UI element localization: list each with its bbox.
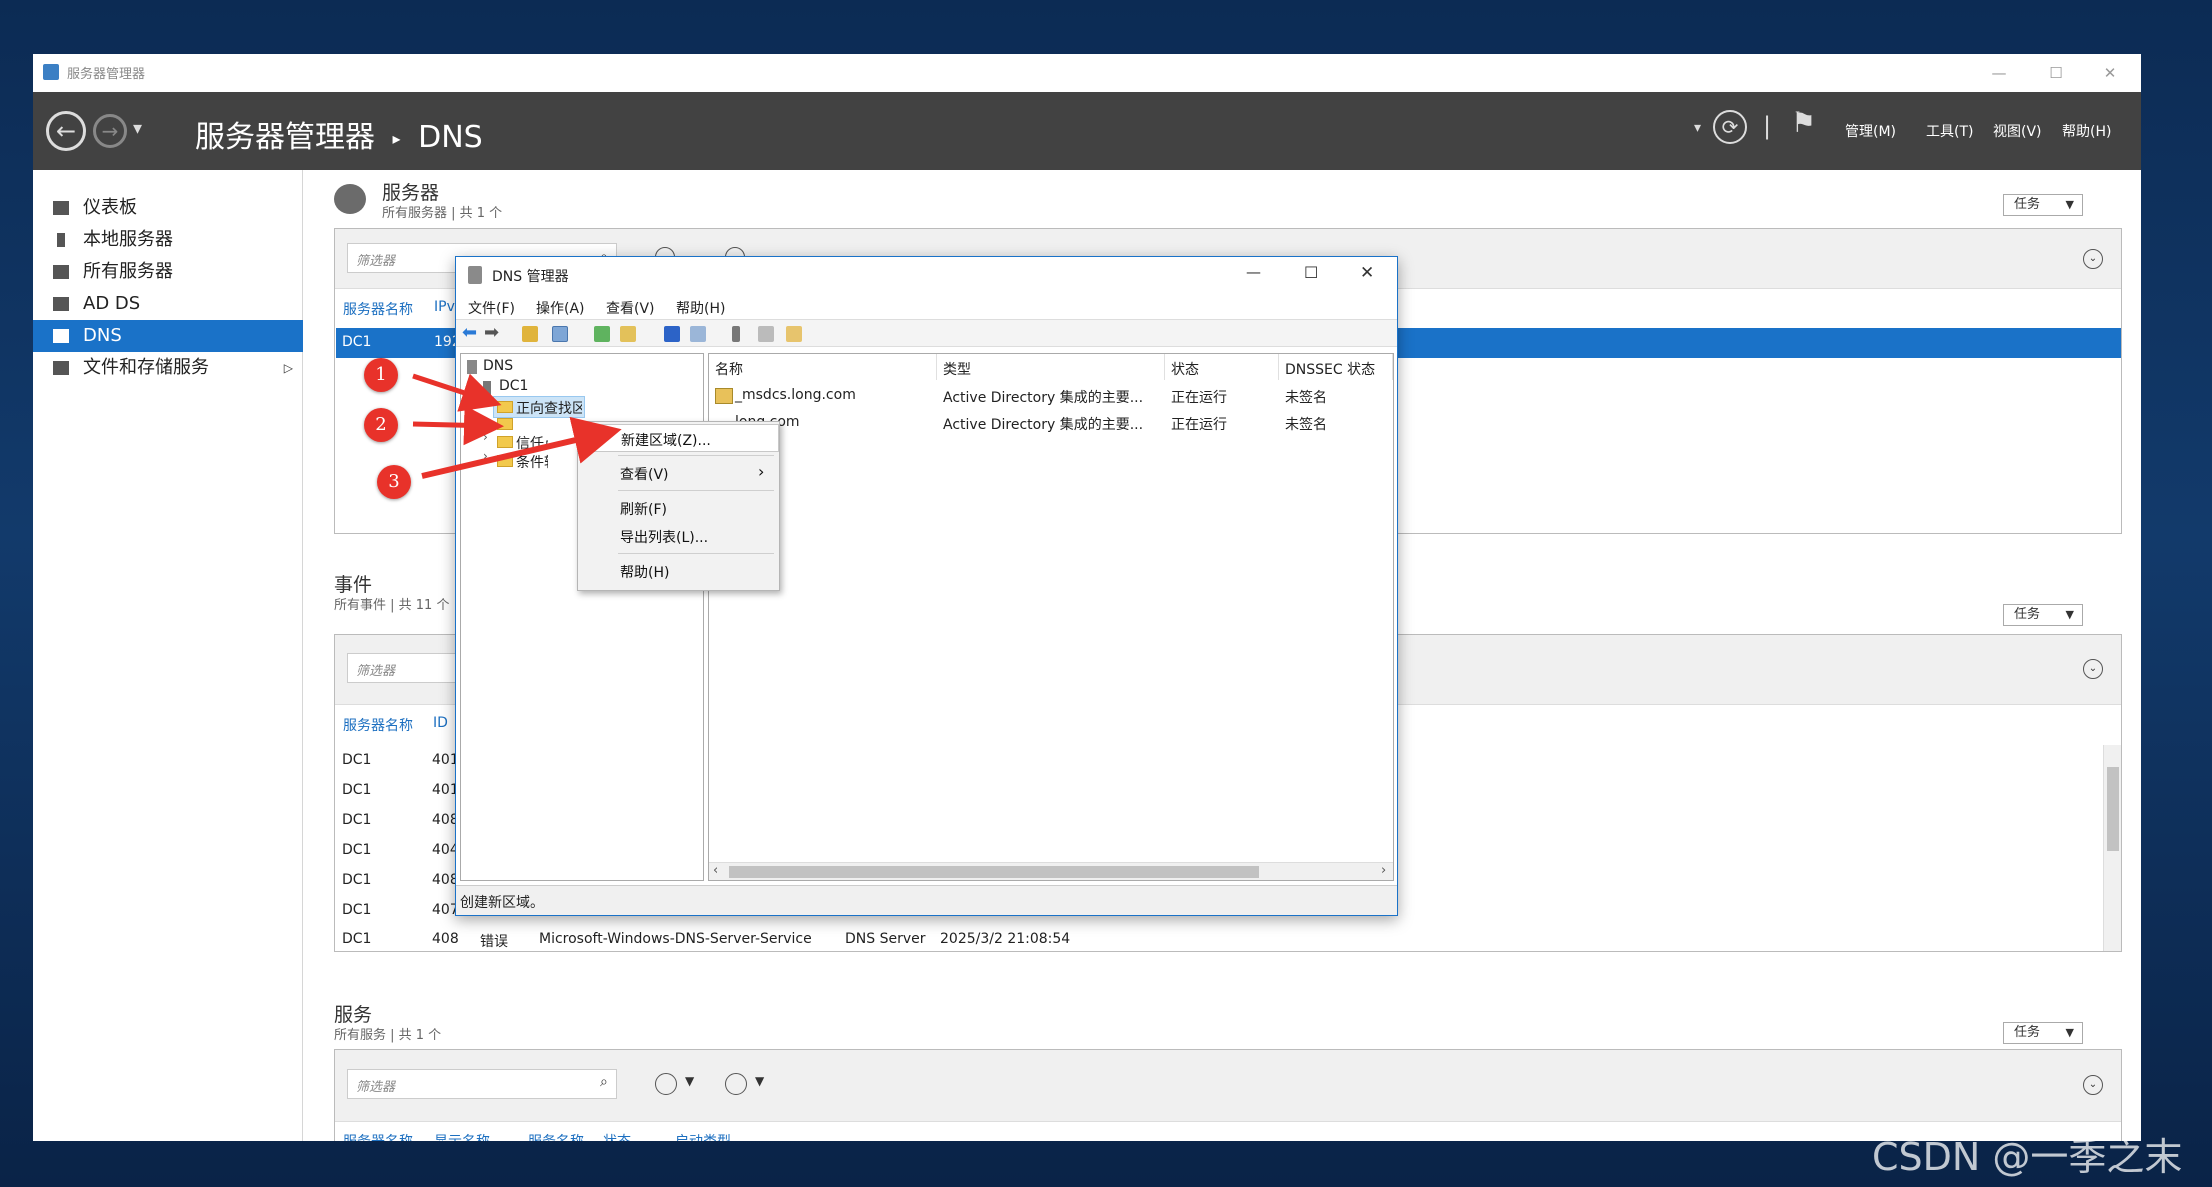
annotation-badge-3: 3 [377,465,411,499]
annotation-arrow-3 [421,416,622,479]
annotation-arrow-1 [412,373,502,412]
watermark: CSDN @一季之末 [1872,1135,2183,1179]
annotation-arrow-2 [412,405,504,446]
annotation-badge-2: 2 [364,408,398,442]
annotation-arrows [412,373,622,479]
annotation-badge-1: 1 [364,358,398,392]
